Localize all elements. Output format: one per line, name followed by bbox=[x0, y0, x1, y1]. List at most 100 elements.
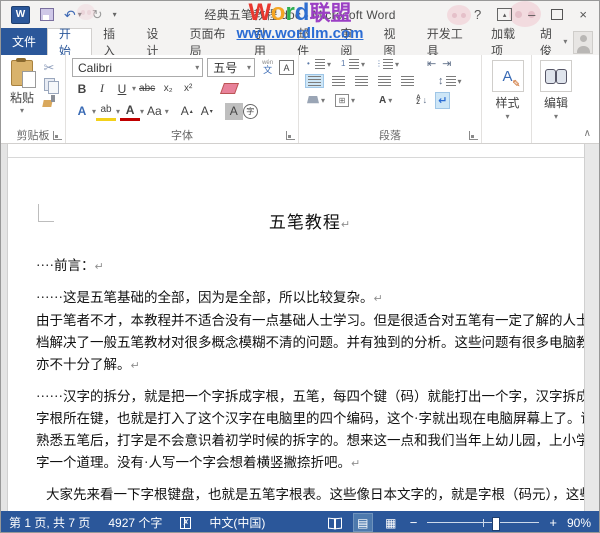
doc-line: ······这是五笔基础的全部，因为是全部，所以比较复杂。↵ bbox=[36, 290, 383, 305]
save-icon[interactable] bbox=[40, 8, 54, 21]
doc-line: ······汉字的拆分，就是把一个字拆成字根，五笔，每四个键（码）就能打出一个字… bbox=[36, 389, 584, 404]
strikethrough-button[interactable]: abc bbox=[136, 80, 158, 97]
close-button[interactable]: × bbox=[579, 8, 587, 21]
right-gutter bbox=[584, 144, 599, 511]
tab-mailings[interactable]: 邮件 bbox=[286, 27, 329, 58]
tab-page-layout[interactable]: 页面布局 bbox=[179, 27, 243, 58]
increase-indent-icon[interactable]: ⇥ bbox=[442, 58, 451, 70]
tab-design[interactable]: 设计 bbox=[135, 27, 178, 58]
styles-label: 样式 bbox=[495, 96, 520, 110]
user-avatar[interactable] bbox=[573, 31, 593, 54]
ribbon-tab-row: 文件 开始 插入 设计 页面布局 引用 邮件 审阅 视图 开发工具 加载项 胡俊… bbox=[1, 27, 599, 58]
enclose-character-button[interactable]: 字 bbox=[242, 103, 258, 119]
italic-button[interactable]: I bbox=[92, 80, 112, 97]
cut-icon[interactable]: ✂ bbox=[44, 61, 55, 74]
decrease-indent-icon[interactable]: ⇤ bbox=[427, 58, 436, 70]
proofing-icon[interactable]: ✗ bbox=[180, 516, 192, 529]
group-clipboard: 粘贴 ▾ ✂ 剪贴板 bbox=[1, 55, 66, 143]
copy-icon[interactable] bbox=[43, 78, 59, 94]
show-hide-marks-button[interactable]: ↵ bbox=[435, 92, 451, 109]
font-name-value: Calibri bbox=[78, 60, 113, 75]
sort-button[interactable]: A Z ↓ bbox=[414, 95, 429, 107]
shading-button[interactable]: ▾ bbox=[305, 95, 327, 106]
bullets-button[interactable]: • ▾ bbox=[305, 58, 333, 70]
align-right-button[interactable] bbox=[353, 75, 370, 87]
paste-button[interactable]: 粘贴 ▾ bbox=[7, 58, 37, 127]
zoom-slider[interactable] bbox=[427, 516, 540, 531]
read-mode-icon[interactable] bbox=[326, 514, 344, 531]
paste-icon bbox=[11, 58, 36, 88]
grow-font-button[interactable]: A ▴ bbox=[177, 103, 197, 120]
tab-insert[interactable]: 插入 bbox=[92, 27, 135, 58]
distribute-button[interactable] bbox=[399, 75, 416, 87]
help-button[interactable]: ? bbox=[474, 8, 481, 21]
clear-formatting-icon[interactable] bbox=[220, 83, 240, 94]
align-left-button[interactable] bbox=[305, 74, 324, 88]
paragraph-dialog-launcher[interactable] bbox=[469, 131, 478, 140]
font-dialog-launcher[interactable] bbox=[286, 131, 295, 140]
font-color-button[interactable]: A bbox=[120, 101, 141, 121]
find-binoculars-icon bbox=[540, 60, 572, 92]
underline-button[interactable]: U bbox=[112, 80, 132, 97]
tab-view[interactable]: 视图 bbox=[373, 27, 416, 58]
doc-line: 档解决了一般五笔教材对很多概念模糊不清的问题。并有独到的分析。这些问题有很多电脑… bbox=[36, 335, 584, 350]
bold-button[interactable]: B bbox=[72, 80, 92, 97]
numbering-button[interactable]: 1 ▾ bbox=[339, 58, 367, 70]
language-indicator[interactable]: 中文(中国) bbox=[209, 514, 265, 531]
signed-in-user[interactable]: 胡俊 ▾ bbox=[536, 27, 571, 58]
user-name: 胡俊 bbox=[539, 26, 552, 58]
character-border-icon[interactable]: A bbox=[279, 60, 294, 75]
zoom-out-button[interactable]: − bbox=[410, 516, 418, 529]
paste-label: 粘贴 bbox=[9, 91, 34, 105]
document-text: 五笔教程↵ ····前言：↵ ······这是五笔基础的全部，因为是全部，所以比… bbox=[8, 208, 584, 506]
minimize-button[interactable]: – bbox=[528, 8, 535, 21]
phonetic-guide-icon[interactable]: wén 文 bbox=[262, 60, 273, 75]
restore-button[interactable] bbox=[551, 9, 564, 20]
doc-line: 熟悉五笔后，打字是不会意识着初学时候的拆字的。想来这一点和我们当年上幼儿园，上小… bbox=[36, 433, 584, 448]
format-painter-icon[interactable] bbox=[43, 95, 55, 107]
tab-references[interactable]: 引用 bbox=[243, 27, 286, 58]
asian-layout-button[interactable]: A ▾ bbox=[377, 94, 394, 107]
editing-label: 编辑 bbox=[543, 96, 568, 110]
highlight-color-button[interactable]: ab bbox=[96, 101, 117, 121]
line-spacing-button[interactable]: ↕ ▾ bbox=[436, 75, 464, 88]
character-shading-button[interactable]: A bbox=[224, 102, 243, 120]
superscript-button[interactable]: x² bbox=[178, 80, 198, 97]
font-size-combo[interactable]: 五号 ▾ bbox=[207, 58, 256, 77]
subscript-button[interactable]: x₂ bbox=[158, 80, 178, 97]
editing-button[interactable]: 编辑 ▾ bbox=[538, 58, 574, 127]
doc-title: 五笔教程↵ bbox=[268, 213, 352, 232]
margin-crop-mark bbox=[38, 204, 54, 222]
print-layout-icon[interactable]: ▤ bbox=[352, 513, 373, 532]
font-size-value: 五号 bbox=[213, 61, 238, 75]
justify-button[interactable] bbox=[376, 75, 393, 87]
styles-button[interactable]: A ✎ 样式 ▾ bbox=[488, 58, 527, 127]
borders-button[interactable]: ⊞ ▾ bbox=[333, 93, 357, 108]
tab-file[interactable]: 文件 bbox=[1, 28, 47, 55]
doc-line: 亦不十分了解。↵ bbox=[36, 357, 140, 372]
tab-review[interactable]: 审阅 bbox=[329, 27, 372, 58]
zoom-slider-thumb[interactable] bbox=[492, 516, 501, 531]
text-effects-button[interactable]: A bbox=[72, 103, 92, 120]
multilevel-list-button[interactable]: ⋮ ▾ bbox=[373, 58, 401, 70]
tab-home[interactable]: 开始 bbox=[46, 27, 93, 58]
align-center-button[interactable] bbox=[330, 75, 347, 87]
document-page[interactable]: 五笔教程↵ ····前言：↵ ······这是五笔基础的全部，因为是全部，所以比… bbox=[8, 144, 584, 511]
ribbon-display-options-button[interactable]: ▴ bbox=[497, 8, 513, 21]
clipboard-dialog-launcher[interactable] bbox=[53, 131, 62, 140]
styles-icon: A ✎ bbox=[491, 60, 524, 92]
page-indicator[interactable]: 第 1 页, 共 7 页 bbox=[9, 514, 90, 531]
zoom-percent[interactable]: 90% bbox=[567, 516, 591, 530]
zoom-in-button[interactable]: + bbox=[549, 516, 557, 529]
page-top-edge bbox=[8, 144, 584, 158]
doc-line: 由于笔者不才，本教程并不适合没有一点基础人士学习。但是很适合对五笔有一定了解的人… bbox=[36, 313, 584, 328]
tab-developer[interactable]: 开发工具 bbox=[416, 27, 480, 58]
change-case-button[interactable]: Aa bbox=[144, 103, 165, 120]
word-count[interactable]: 4927 个字 bbox=[108, 514, 162, 531]
font-name-combo[interactable]: Calibri ▾ bbox=[72, 58, 204, 77]
collapse-ribbon-icon[interactable]: ∧ bbox=[584, 128, 591, 139]
web-layout-icon[interactable]: ▦ bbox=[382, 514, 400, 531]
status-bar: 第 1 页, 共 7 页 4927 个字 ✗ 中文(中国) ▤ ▦ − + 90… bbox=[1, 511, 599, 532]
tab-addins[interactable]: 加载项 bbox=[480, 27, 534, 58]
shrink-font-button[interactable]: A ▾ bbox=[197, 103, 217, 120]
